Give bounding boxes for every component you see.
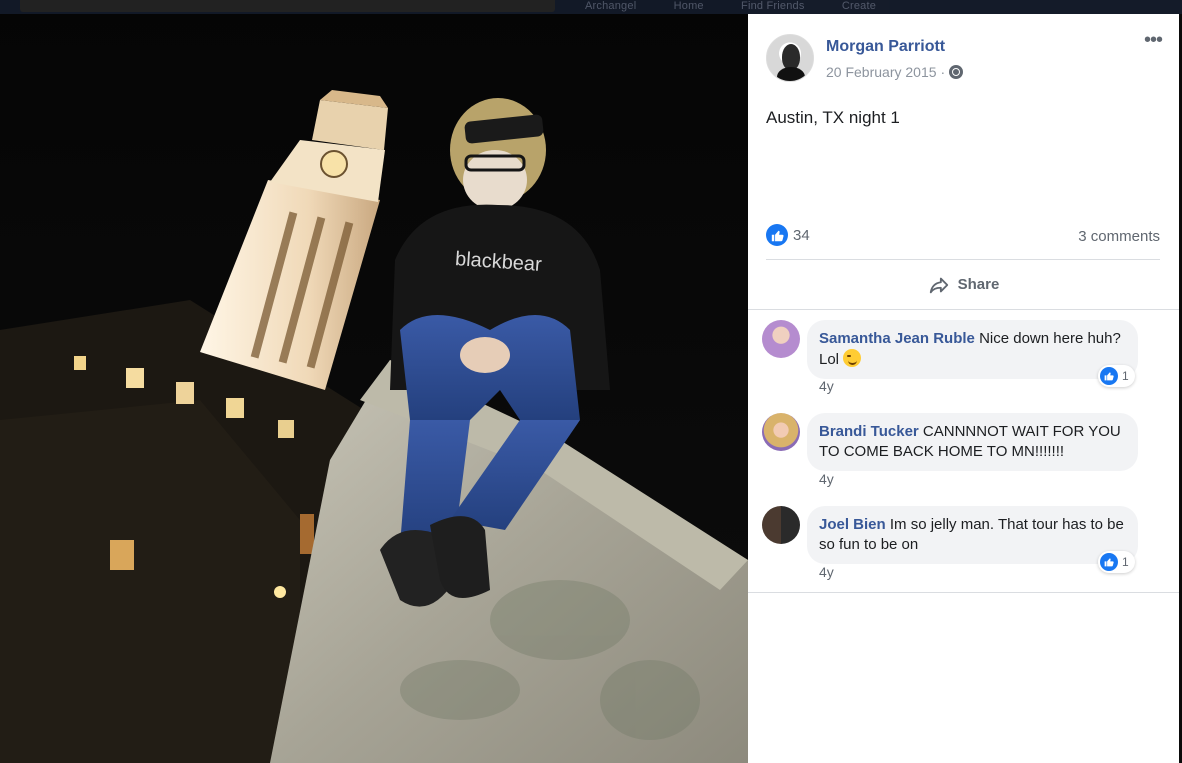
- nav-item-create[interactable]: Create: [842, 0, 876, 12]
- nav-item-profile[interactable]: Archangel: [585, 0, 636, 12]
- reaction-count: 1: [1122, 555, 1129, 569]
- author-name[interactable]: Morgan Parriott: [826, 38, 945, 56]
- comment-reactions[interactable]: 1: [1098, 365, 1135, 387]
- like-icon: [1100, 553, 1118, 571]
- globe-icon[interactable]: [949, 65, 964, 79]
- comment-item: Brandi Tucker CANNNNOT WAIT FOR YOU TO C…: [748, 403, 1179, 496]
- post-caption: Austin, TX night 1: [766, 108, 900, 127]
- comment-bubble: Brandi Tucker CANNNNOT WAIT FOR YOU TO C…: [807, 413, 1138, 471]
- share-button[interactable]: Share: [748, 260, 1179, 310]
- nav-item-find-friends[interactable]: Find Friends: [741, 0, 805, 12]
- commenter-name[interactable]: Samantha Jean Ruble: [819, 330, 975, 347]
- post-date[interactable]: 20 February 2015: [826, 64, 937, 80]
- meta-separator: ·: [940, 64, 946, 80]
- facebook-topbar: Archangel Home Find Friends Create: [0, 0, 1182, 14]
- comments-count[interactable]: 3 comments: [1078, 228, 1160, 245]
- comment-bubble: Samantha Jean Ruble Nice down here huh? …: [807, 320, 1138, 379]
- share-arrow-icon: [929, 277, 948, 293]
- topbar-nav: Archangel Home Find Friends Create: [585, 0, 910, 12]
- nav-item-home[interactable]: Home: [674, 0, 704, 12]
- reaction-count: 1: [1122, 369, 1129, 383]
- like-count[interactable]: 34: [793, 227, 810, 244]
- comment-item: Samantha Jean Ruble Nice down here huh? …: [748, 310, 1179, 403]
- post-stats: 34 3 comments: [766, 224, 1160, 260]
- commenter-avatar[interactable]: [762, 320, 800, 358]
- comment-time[interactable]: 4y: [819, 564, 834, 580]
- comment-time[interactable]: 4y: [819, 378, 834, 394]
- comment-time[interactable]: 4y: [819, 471, 834, 487]
- more-options-button[interactable]: •••: [1141, 30, 1165, 54]
- share-label: Share: [957, 276, 1000, 293]
- like-icon[interactable]: [766, 224, 788, 246]
- commenter-avatar[interactable]: [762, 506, 800, 544]
- search-bar[interactable]: [20, 0, 555, 12]
- author-avatar[interactable]: [766, 34, 814, 82]
- commenter-avatar[interactable]: [762, 413, 800, 451]
- commenter-name[interactable]: Joel Bien: [819, 516, 886, 533]
- like-icon: [1100, 367, 1118, 385]
- commenter-name[interactable]: Brandi Tucker: [819, 423, 919, 440]
- comments-list: Samantha Jean Ruble Nice down here huh? …: [748, 310, 1179, 593]
- comments-divider: [748, 592, 1179, 593]
- thumbs-up-icon: [771, 230, 784, 241]
- photo-illustration: blackbear: [0, 0, 748, 763]
- post-meta: 20 February 2015 ·: [826, 64, 964, 80]
- comment-reactions[interactable]: 1: [1098, 551, 1135, 573]
- comment-bubble: Joel Bien Im so jelly man. That tour has…: [807, 506, 1138, 564]
- post-photo[interactable]: blackbear: [0, 0, 748, 763]
- photo-viewer: blackbear Archangel Home Find Friends Cr…: [0, 0, 1182, 763]
- post-header: Morgan Parriott 20 February 2015 · •••: [748, 14, 1179, 94]
- winking-face-icon: [843, 349, 862, 367]
- post-details-panel: Morgan Parriott 20 February 2015 · ••• A…: [748, 14, 1179, 763]
- comment-item: Joel Bien Im so jelly man. That tour has…: [748, 496, 1179, 589]
